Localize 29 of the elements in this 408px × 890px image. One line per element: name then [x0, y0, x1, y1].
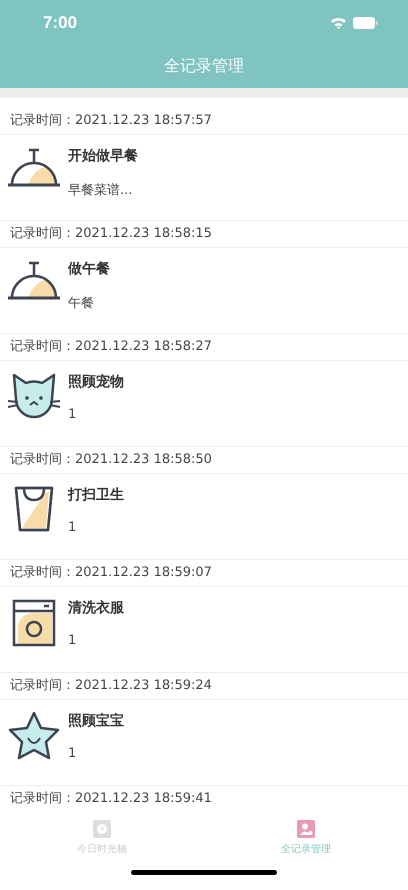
home-indicator[interactable]	[131, 870, 277, 875]
record-title[interactable]: 做午餐	[68, 260, 110, 278]
record-title[interactable]: 开始做早餐	[68, 147, 138, 165]
record-note: 1	[68, 520, 78, 535]
battery-icon	[353, 16, 378, 28]
record-title[interactable]: 照顾宠物	[68, 373, 124, 391]
record-title[interactable]: 照顾宝宝	[68, 712, 124, 730]
cat-icon	[6, 371, 62, 421]
page-title: 全记录管理	[164, 56, 244, 77]
clock-icon	[93, 820, 111, 838]
record-time: 记录时间：2021.12.23 18:59:07	[0, 560, 408, 587]
status-time: 7:00	[43, 12, 78, 32]
wifi-icon	[330, 16, 347, 28]
washing-machine-icon	[10, 597, 58, 649]
record-time: 记录时间：2021.12.23 18:59:41	[0, 786, 408, 810]
record-title[interactable]: 清洗衣服	[68, 599, 124, 617]
record-time: 记录时间：2021.12.23 18:59:24	[0, 673, 408, 700]
record-note: 1	[68, 746, 78, 761]
record-time: 记录时间：2021.12.23 18:57:57	[0, 108, 408, 135]
star-icon	[6, 710, 62, 762]
record-time: 记录时间：2021.12.23 18:58:27	[0, 334, 408, 361]
record-note: 早餐菜谱...	[68, 182, 134, 199]
user-icon	[297, 820, 315, 838]
record-note: 1	[68, 633, 78, 648]
record-note: 1	[68, 407, 78, 422]
record-time: 记录时间：2021.12.23 18:58:50	[0, 447, 408, 474]
record-title[interactable]: 打扫卫生	[68, 486, 124, 504]
record-time: 记录时间：2021.12.23 18:58:15	[0, 221, 408, 248]
record-note: 午餐	[68, 295, 95, 312]
